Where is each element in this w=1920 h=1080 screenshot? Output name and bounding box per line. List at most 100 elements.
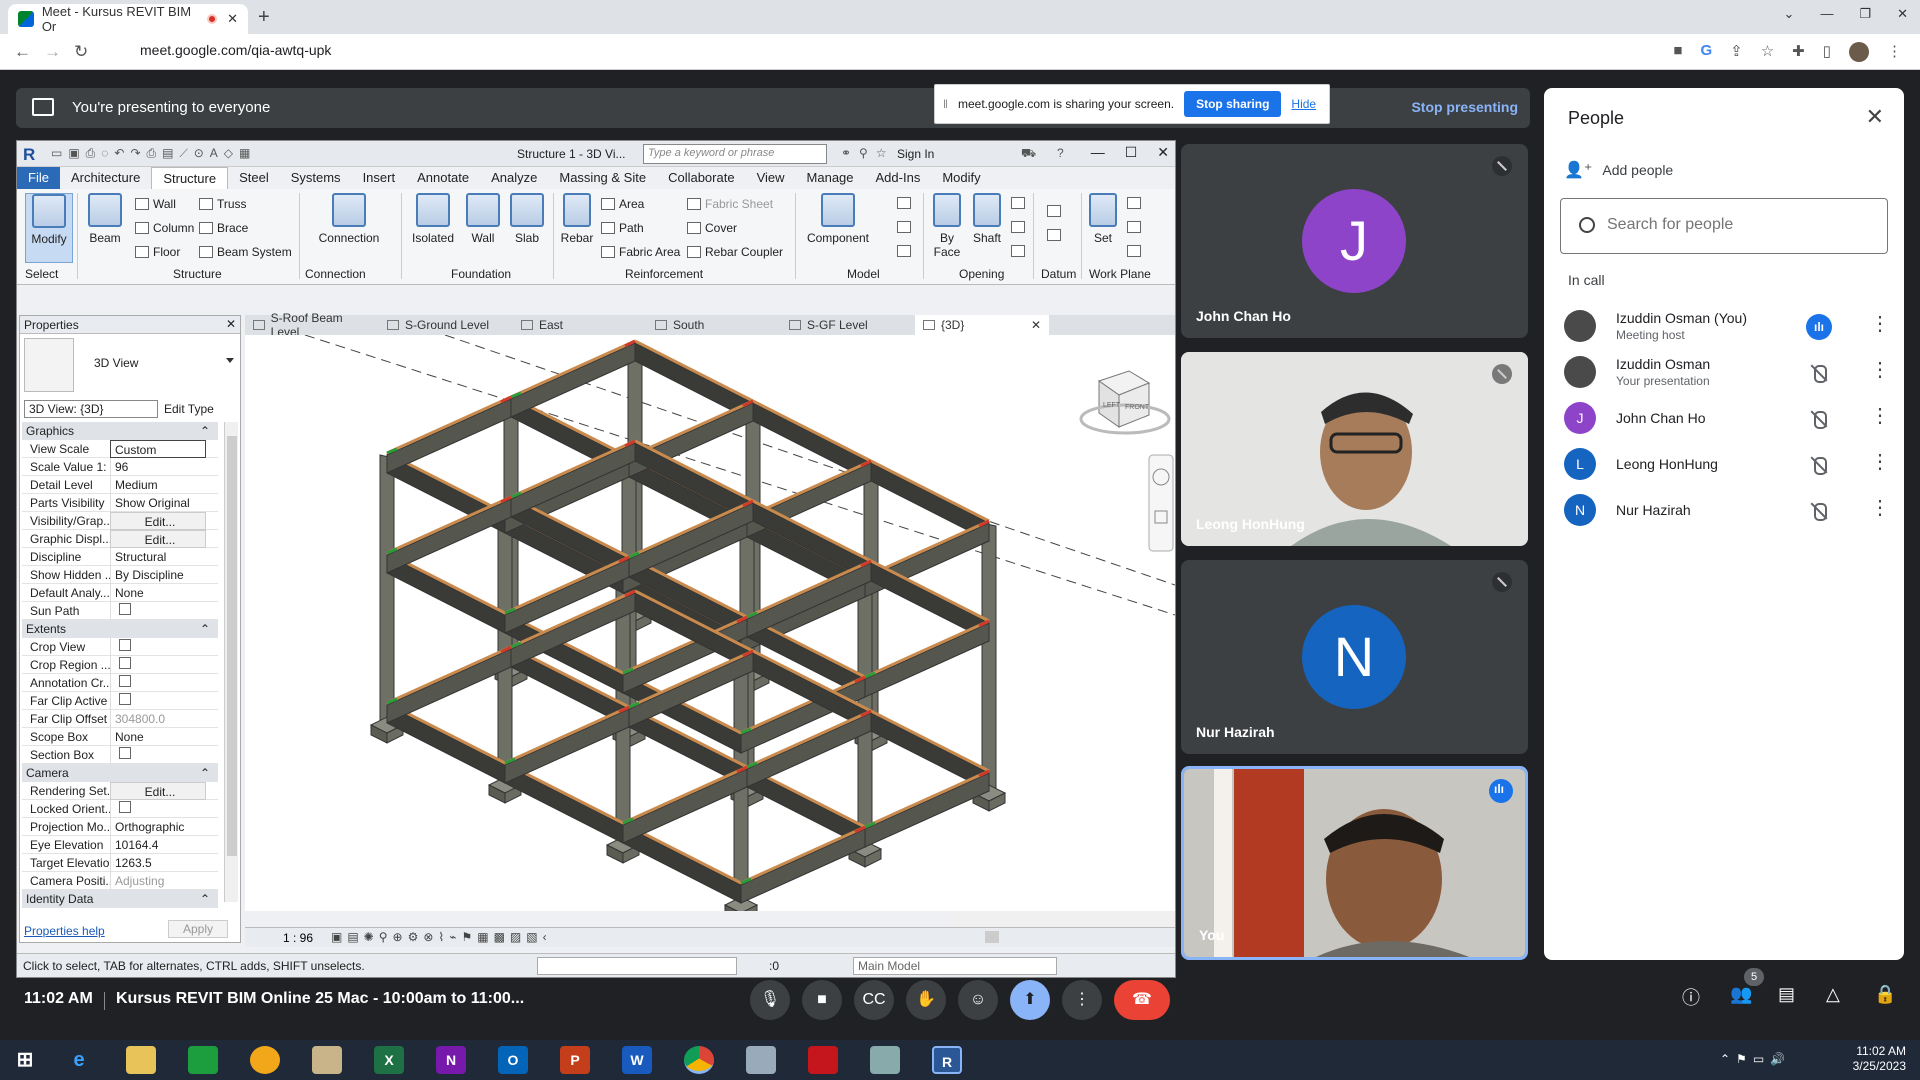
cart-icon[interactable]: ⛟ <box>1021 146 1036 162</box>
taskbar-clock[interactable]: 11:02 AM 3/25/2023 <box>1853 1044 1906 1074</box>
wall-opening-icon[interactable] <box>1011 197 1025 209</box>
powerpoint-icon[interactable]: P <box>560 1046 590 1074</box>
property-row[interactable]: Far Clip Offset 304800.0 <box>22 709 218 728</box>
property-value[interactable]: Edit... <box>110 529 206 548</box>
revit-taskbar-icon[interactable]: R <box>932 1046 962 1074</box>
activities-icon[interactable]: △ <box>1826 984 1840 1005</box>
mic-button[interactable]: 🎙 <box>750 980 790 1020</box>
host-controls-icon[interactable]: 🔒 <box>1874 984 1896 1005</box>
property-checkbox[interactable] <box>119 602 131 615</box>
isolated-foundation-button[interactable]: Isolated <box>409 193 457 245</box>
mic-muted-icon[interactable] <box>1808 454 1830 476</box>
property-row[interactable]: Eye Elevation 10164.4 <box>22 835 218 854</box>
people-search[interactable] <box>1560 198 1888 254</box>
property-checkbox[interactable] <box>119 656 131 669</box>
tab-search-icon[interactable]: ⌄ <box>1784 6 1795 22</box>
properties-close-icon[interactable]: ✕ <box>226 317 236 331</box>
minimize-icon[interactable]: — <box>1820 6 1833 22</box>
slab-button[interactable]: Slab <box>503 193 551 245</box>
ribbon-tab-architecture[interactable]: Architecture <box>60 167 151 189</box>
stop-sharing-button[interactable]: Stop sharing <box>1184 91 1282 117</box>
chat-icon[interactable]: ▤ <box>1778 984 1795 1005</box>
apply-button[interactable]: Apply <box>168 920 228 938</box>
group-identity-data[interactable]: Identity Data ⌃ <box>22 890 218 908</box>
wall-button[interactable]: Wall <box>135 197 176 211</box>
participant-tile-nur[interactable]: N Nur Hazirah <box>1181 560 1528 754</box>
meeting-info-icon[interactable]: ⓘ <box>1682 984 1700 1010</box>
property-value[interactable]: Medium <box>110 475 206 494</box>
forward-icon[interactable]: → <box>44 42 61 62</box>
panel-select[interactable]: Select <box>25 267 58 281</box>
ribbon-tab-steel[interactable]: Steel <box>228 167 280 189</box>
property-row[interactable]: Default Analy... None <box>22 583 218 602</box>
participant-tile-john[interactable]: J John Chan Ho <box>1181 144 1528 338</box>
property-row[interactable]: Target Elevation 1263.5 <box>22 853 218 872</box>
property-value[interactable]: 1263.5 <box>110 853 206 872</box>
property-row[interactable]: Crop View <box>22 637 218 656</box>
model-group-icon[interactable] <box>897 245 911 257</box>
column-button[interactable]: Column <box>135 221 194 235</box>
property-value[interactable]: 304800.0 <box>110 709 206 728</box>
outlook-icon[interactable]: O <box>498 1046 528 1074</box>
brace-button[interactable]: Brace <box>199 221 248 235</box>
property-value[interactable]: None <box>110 583 206 602</box>
search-input[interactable] <box>1607 216 1877 234</box>
ribbon-tab-view[interactable]: View <box>746 167 796 189</box>
properties-help-link[interactable]: Properties help <box>24 924 105 938</box>
fabric-area-button[interactable]: Fabric Area <box>601 245 680 259</box>
onenote-icon[interactable]: N <box>436 1046 466 1074</box>
set-work-plane-button[interactable]: Set <box>1083 193 1123 245</box>
ribbon-tab-collaborate[interactable]: Collaborate <box>657 167 746 189</box>
participant-tile-leong[interactable]: Leong HonHung <box>1181 352 1528 546</box>
property-value[interactable]: Orthographic <box>110 817 206 836</box>
share-icon[interactable]: ⇪ <box>1730 42 1743 62</box>
3d-viewport[interactable]: LEFT FRONT <box>245 335 1175 911</box>
property-row[interactable]: Annotation Cr... <box>22 673 218 692</box>
view-tab-east[interactable]: East <box>513 315 647 335</box>
property-row[interactable]: Graphic Displ... Edit... <box>22 529 218 548</box>
google-icon[interactable]: G <box>1700 42 1712 62</box>
address-bar[interactable]: meet.google.com/qia-awtq-upk <box>140 42 331 58</box>
participant-row[interactable]: L Leong HonHung ⋮ <box>1564 440 1890 492</box>
property-checkbox[interactable] <box>119 746 131 759</box>
property-row[interactable]: Scope Box None <box>22 727 218 746</box>
cover-button[interactable]: Cover <box>687 221 737 235</box>
workset-dropdown[interactable] <box>537 957 737 975</box>
system-tray-icons[interactable]: ⌃⚑▭🔊 <box>1720 1052 1791 1066</box>
mic-muted-icon[interactable] <box>1808 500 1830 522</box>
hide-link[interactable]: Hide <box>1291 97 1316 111</box>
mic-muted-icon[interactable] <box>1808 408 1830 430</box>
present-button[interactable]: ⬆ <box>1010 980 1050 1020</box>
chrome-icon[interactable] <box>684 1046 714 1074</box>
design-option-dropdown[interactable]: Main Model <box>853 957 1057 975</box>
component-button[interactable]: Component <box>803 193 873 245</box>
beam-system-button[interactable]: Beam System <box>199 245 292 259</box>
panel-structure[interactable]: Structure <box>173 267 222 281</box>
internet-explorer-icon[interactable]: e <box>64 1046 94 1074</box>
grid-icon[interactable] <box>1047 229 1061 241</box>
property-value[interactable]: Edit... <box>110 781 206 800</box>
settings-app-icon[interactable] <box>870 1046 900 1074</box>
property-value[interactable]: 96 <box>110 457 206 476</box>
view-tab-south[interactable]: South <box>647 315 781 335</box>
more-options-icon[interactable]: ⋮ <box>1870 314 1890 334</box>
paint-icon[interactable] <box>250 1046 280 1074</box>
area-button[interactable]: Area <box>601 197 644 211</box>
property-checkbox[interactable] <box>119 800 131 813</box>
captions-button[interactable]: CC <box>854 980 894 1020</box>
property-row[interactable]: Far Clip Active <box>22 691 218 710</box>
view-tab-ground[interactable]: S-Ground Level <box>379 315 513 335</box>
properties-scrollbar[interactable] <box>224 422 238 902</box>
participant-row[interactable]: Izuddin Osman Your presentation ⋮ <box>1564 348 1890 400</box>
revit-restore-icon[interactable]: ☐ <box>1125 144 1138 161</box>
property-row[interactable]: Rendering Set... Edit... <box>22 781 218 800</box>
more-options-icon[interactable]: ⋮ <box>1870 406 1890 426</box>
viewer-icon[interactable] <box>1127 245 1141 257</box>
connection-button[interactable]: Connection <box>317 193 381 245</box>
word-icon[interactable]: W <box>622 1046 652 1074</box>
view-tab-3d[interactable]: {3D} ✕ <box>915 315 1049 335</box>
participant-tile-you[interactable]: You <box>1181 766 1528 960</box>
group-graphics[interactable]: Graphics ⌃ <box>22 422 218 440</box>
leave-call-button[interactable]: ☎ <box>1114 980 1170 1020</box>
level-icon[interactable] <box>1047 205 1061 217</box>
